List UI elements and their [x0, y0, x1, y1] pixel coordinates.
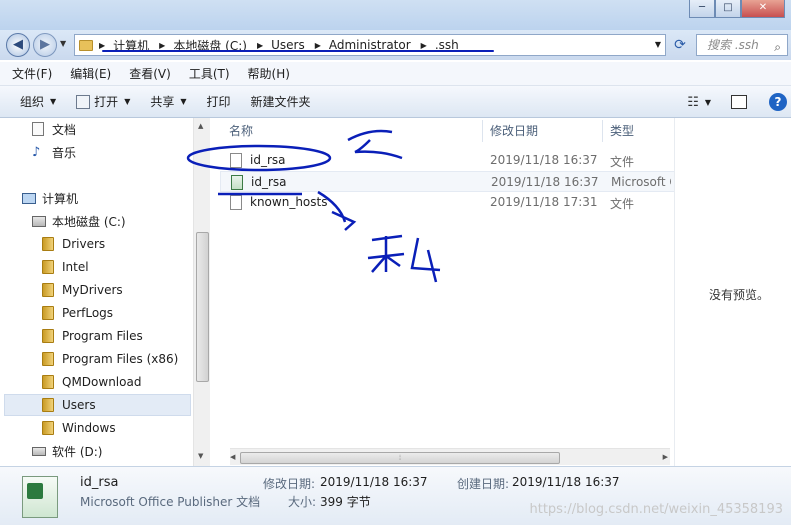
preview-pane: 没有预览。	[674, 118, 791, 466]
details-created-value: 2019/11/18 16:37	[512, 475, 620, 489]
ink-scribble-private	[367, 234, 441, 283]
details-pane: id_rsa Microsoft Office Publisher 文档 修改日…	[0, 466, 791, 525]
ink-arrow	[317, 190, 357, 231]
ink-annotations	[186, 129, 441, 283]
watermark: https://blog.csdn.net/weixin_45358193	[529, 502, 783, 517]
publisher-file-icon	[22, 476, 58, 518]
details-size-label: 大小:	[288, 495, 317, 509]
ink-circle	[186, 144, 332, 172]
details-created-label: 创建日期:	[457, 477, 510, 491]
no-preview-text: 没有预览。	[709, 288, 770, 302]
details-size-value: 399 字节	[320, 495, 371, 509]
details-modified-value: 2019/11/18 16:37	[320, 475, 428, 489]
ink-scribble-public	[347, 129, 403, 160]
details-file-name: id_rsa	[80, 475, 119, 490]
details-file-type: Microsoft Office Publisher 文档	[80, 495, 261, 509]
details-modified-label: 修改日期:	[263, 477, 316, 491]
